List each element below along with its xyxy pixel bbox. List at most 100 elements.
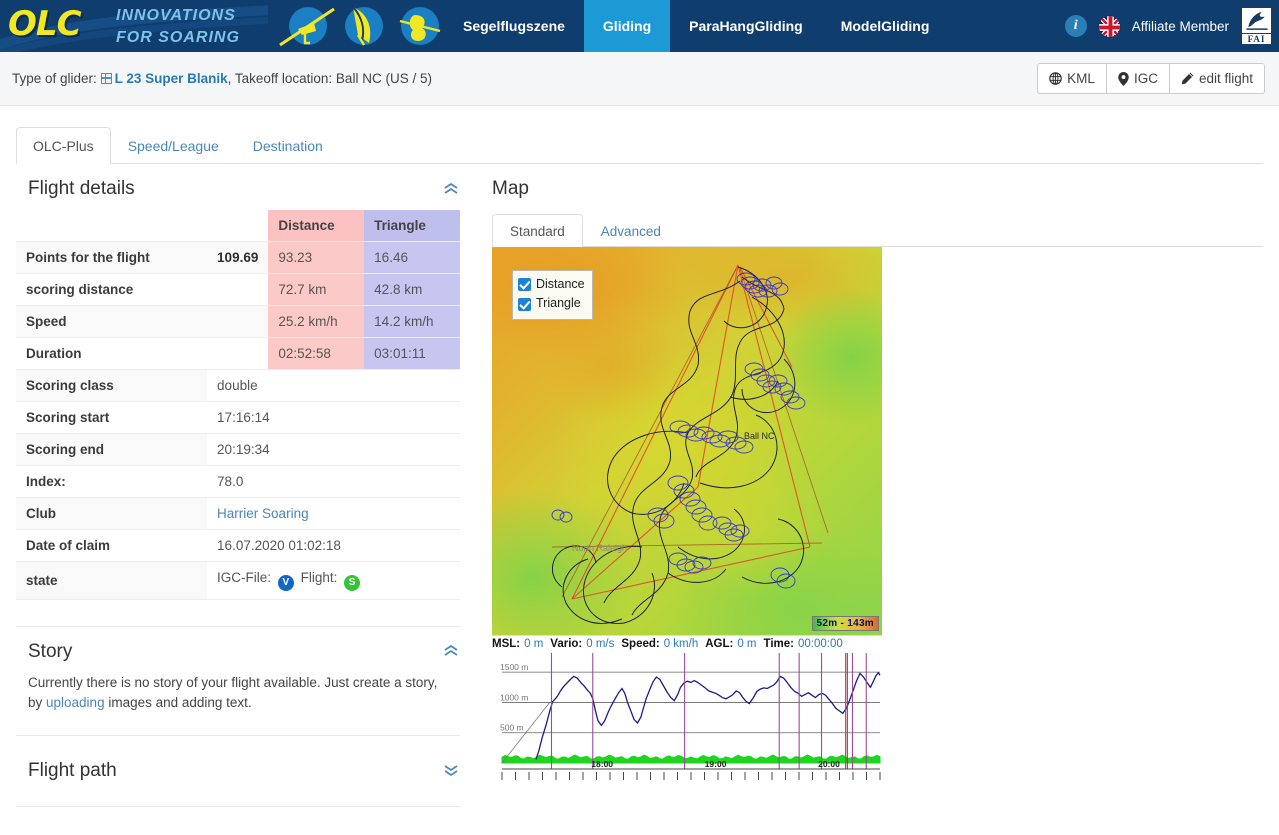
row-label-index: Index: (16, 466, 207, 498)
row-triangle-scoring-distance: 42.8 km (364, 274, 460, 306)
story-header: Story (16, 627, 460, 673)
column-header-triangle: Triangle (364, 210, 460, 242)
logo-tagline-line2: FOR SOARING (116, 27, 240, 49)
row-distance-duration: 02:52:58 (268, 338, 364, 370)
row-distance-speed: 25.2 km/h (268, 306, 364, 338)
map-toggle-triangle[interactable]: Triangle (518, 294, 585, 313)
takeoff-location-text: , Takeoff location: Ball NC (US / 5) (228, 71, 432, 86)
map-toggle-distance[interactable]: Distance (518, 275, 585, 294)
nav-item-gliding[interactable]: Gliding (584, 0, 670, 52)
row-value-scoring-distance (207, 274, 268, 306)
story-collapse-icon[interactable] (444, 644, 460, 659)
flight-map[interactable]: Ball NC North Raleigh Distance Triangle … (492, 247, 882, 635)
fai-label: FAI (1242, 33, 1271, 44)
sport-discipline-icons (272, 1, 444, 51)
igc-file-label: IGC-File: (217, 570, 271, 585)
checkbox-distance-icon[interactable] (518, 278, 531, 291)
content-tabs: OLC-Plus Speed/League Destination (16, 124, 1263, 164)
readout-label-time: Time: (764, 638, 794, 650)
readout-value-msl: 0 m (524, 638, 543, 650)
table-row: scoring distance 72.7 km 42.8 km (16, 274, 460, 306)
tab-olc-plus[interactable]: OLC-Plus (16, 127, 111, 164)
checkbox-triangle-icon[interactable] (518, 298, 531, 311)
fai-logo[interactable]: FAI (1240, 6, 1273, 46)
row-triangle-duration: 03:01:11 (364, 338, 460, 370)
map-title: Map (492, 178, 529, 200)
readout-label-speed: Speed: (621, 638, 659, 650)
table-row: Club Harrier Soaring (16, 498, 460, 530)
flight-status-label: Flight: (301, 570, 338, 585)
row-label-duration: Duration (16, 338, 207, 370)
kml-button[interactable]: KML (1037, 63, 1107, 94)
tab-destination[interactable]: Destination (236, 127, 340, 164)
kml-button-label: KML (1067, 71, 1095, 86)
row-label-scoring-class: Scoring class (16, 370, 207, 402)
map-place-label-north-raleigh: North Raleigh (572, 543, 627, 553)
map-tab-advanced[interactable]: Advanced (583, 214, 679, 247)
row-label-scoring-start: Scoring start (16, 402, 207, 434)
flight-details-collapse-icon[interactable] (444, 182, 460, 197)
flight-details-table: Distance Triangle Points for the flight … (16, 210, 460, 600)
row-value-date-of-claim: 16.07.2020 01:02:18 (207, 530, 460, 562)
table-row: Scoring class double (16, 370, 460, 402)
flight-details-header: Flight details (16, 164, 460, 210)
header-blank-2 (207, 210, 268, 242)
pencil-icon (1181, 72, 1194, 85)
table-row: Scoring end 20:19:34 (16, 434, 460, 466)
grid-icon (101, 73, 112, 84)
flight-readout-bar: MSL: 0 m Vario: 0 m/s Speed: 0 km/h AGL:… (492, 635, 882, 651)
info-icon[interactable]: i (1065, 15, 1087, 37)
readout-label-msl: MSL: (492, 638, 520, 650)
edit-flight-button[interactable]: edit flight (1169, 63, 1265, 94)
row-label-scoring-end: Scoring end (16, 434, 207, 466)
glider-info-text: Type of glider: L 23 Super Blanik, Takeo… (12, 71, 432, 86)
row-value-index: 78.0 (207, 466, 460, 498)
tab-speed-league[interactable]: Speed/League (111, 127, 236, 164)
svg-text:18:00: 18:00 (591, 759, 613, 769)
glider-type-label: Type of glider: (12, 71, 97, 86)
table-row: state IGC-File: V Flight: S (16, 562, 460, 600)
igc-button[interactable]: IGC (1106, 63, 1170, 94)
readout-label-agl: AGL: (705, 638, 733, 650)
row-value-speed (207, 306, 268, 338)
flight-status-badge[interactable]: S (344, 575, 360, 591)
globe-icon (1049, 72, 1062, 85)
flight-path-expand-icon[interactable] (444, 764, 460, 779)
svg-text:20:00: 20:00 (818, 759, 840, 769)
map-tab-standard[interactable]: Standard (492, 214, 583, 247)
svg-text:1500 m: 1500 m (500, 662, 528, 672)
nav-item-segelflugszene[interactable]: Segelflugszene (444, 0, 584, 52)
nav-item-modelgliding[interactable]: ModelGliding (822, 0, 949, 52)
row-value-scoring-end: 20:19:34 (207, 434, 460, 466)
map-elevation-scale: 52m - 143m (812, 616, 879, 631)
row-value-club-cell: Harrier Soaring (207, 498, 460, 530)
uk-flag-icon[interactable] (1098, 15, 1121, 38)
club-link[interactable]: Harrier Soaring (217, 506, 309, 521)
story-uploading-link[interactable]: uploading (46, 695, 105, 710)
svg-text:500 m: 500 m (500, 723, 524, 733)
map-layer-toggles: Distance Triangle (512, 270, 593, 320)
fai-bird-icon (1242, 8, 1272, 33)
barogram-chart[interactable]: 500 m 1000 m 1500 m 18:00 19:00 20:00 (492, 651, 882, 791)
glider-name-link[interactable]: L 23 Super Blanik (115, 71, 228, 86)
row-label-speed: Speed (16, 306, 207, 338)
main-nav-tabs: Segelflugszene Gliding ParaHangGliding M… (444, 0, 948, 52)
table-row: Points for the flight 109.69 93.23 16.46 (16, 242, 460, 274)
edit-flight-button-label: edit flight (1199, 71, 1253, 86)
map-toggle-distance-label: Distance (536, 275, 585, 294)
row-label-club: Club (16, 498, 207, 530)
nav-item-parahanggliding[interactable]: ParaHangGliding (670, 0, 822, 52)
table-header-row: Distance Triangle (16, 210, 460, 242)
flight-action-buttons: KML IGC edit flight (1037, 63, 1265, 94)
main-content: Flight details Distance Triangle Points … (0, 164, 1279, 807)
svg-text:1000 m: 1000 m (500, 692, 528, 702)
olc-logo[interactable]: OLC INNOVATIONS FOR SOARING (0, 0, 268, 52)
column-header-distance: Distance (268, 210, 364, 242)
flight-info-bar: Type of glider: L 23 Super Blanik, Takeo… (0, 52, 1279, 106)
readout-value-speed: 0 km/h (664, 638, 699, 650)
svg-text:19:00: 19:00 (705, 759, 727, 769)
igc-status-badge[interactable]: V (278, 575, 294, 591)
top-navigation-bar: OLC INNOVATIONS FOR SOARING Segelflugsze… (0, 0, 1279, 52)
map-place-label-ball-nc: Ball NC (744, 431, 775, 441)
row-value-scoring-class: double (207, 370, 460, 402)
